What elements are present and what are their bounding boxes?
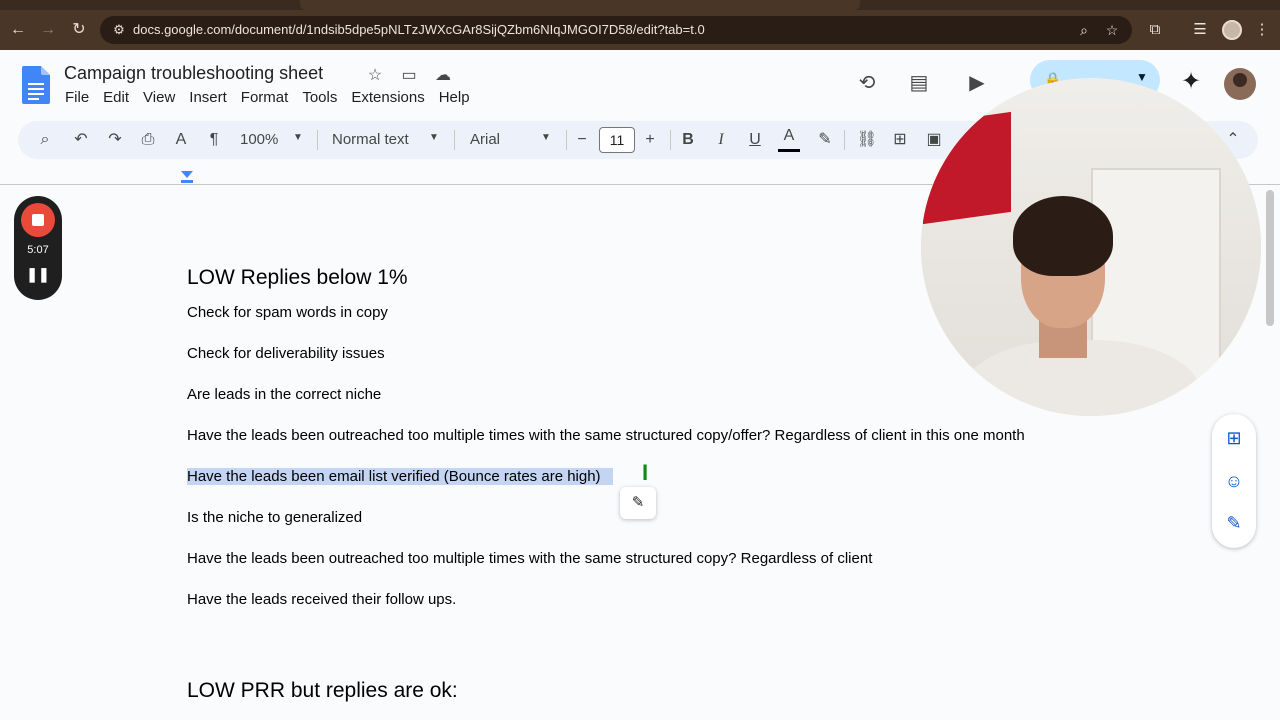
document-scrollbar[interactable]	[1266, 190, 1274, 326]
section-heading-low-replies[interactable]: LOW Replies below 1%	[187, 266, 408, 290]
decrease-font-size-icon[interactable]: −	[570, 128, 594, 152]
floating-action-panel: ⊞ ☺ ✎	[1212, 414, 1256, 548]
address-bar[interactable]: ⚙ docs.google.com/document/d/1ndsib5dpe5…	[100, 16, 1132, 44]
list-item[interactable]: Are leads in the correct niche	[187, 386, 381, 403]
stop-recording-button[interactable]	[21, 203, 55, 237]
list-item[interactable]: Have the leads been outreached too multi…	[187, 427, 1025, 444]
webcam-person-hair	[1013, 196, 1113, 276]
reading-list-icon[interactable]: ☰	[1188, 18, 1212, 42]
back-arrow-icon[interactable]: ←	[6, 18, 30, 42]
first-line-indent-marker[interactable]	[181, 180, 193, 183]
font-family-select[interactable]: Arial	[470, 131, 500, 148]
browser-toolbar: ← → ↻ ⚙ docs.google.com/document/d/1ndsi…	[0, 10, 1280, 50]
url-text[interactable]: docs.google.com/document/d/1ndsib5dpe5pN…	[133, 22, 705, 37]
version-history-icon[interactable]: ⟲	[852, 68, 882, 98]
search-menus-icon[interactable]: ⌕	[33, 128, 57, 152]
add-comment-icon[interactable]: ⊞	[1222, 426, 1246, 450]
extensions-icon[interactable]: ⧉	[1143, 18, 1167, 42]
menu-extensions[interactable]: Extensions	[344, 88, 431, 108]
menu-format[interactable]: Format	[234, 88, 296, 108]
font-size-input[interactable]: 11	[599, 127, 635, 153]
reload-icon[interactable]: ↻	[67, 18, 91, 42]
zoom-dropdown-icon[interactable]: ▼	[293, 132, 303, 143]
document-title[interactable]: Campaign troubleshooting sheet	[64, 63, 323, 84]
redo-icon[interactable]: ↷	[103, 128, 127, 152]
toolbar-divider	[566, 130, 567, 150]
i-beam-cursor-icon: I	[642, 460, 649, 485]
list-item[interactable]: Have the leads received their follow ups…	[187, 591, 456, 608]
site-info-icon[interactable]: ⚙	[110, 21, 128, 39]
toolbar-divider	[844, 130, 845, 150]
screen-recording-widget: 5:07 ❚❚	[14, 196, 62, 300]
cloud-saved-icon[interactable]: ☁	[432, 65, 454, 87]
print-icon[interactable]: ⎙	[136, 128, 160, 152]
browser-active-tab[interactable]	[300, 0, 860, 10]
list-item[interactable]: Check for spam words in copy	[187, 304, 388, 321]
selection-tail	[600, 468, 614, 485]
toolbar-divider	[454, 130, 455, 150]
menu-edit[interactable]: Edit	[96, 88, 136, 108]
help-me-write-icon[interactable]: ✎	[620, 487, 656, 519]
menu-file[interactable]: File	[58, 88, 96, 108]
list-item-selected[interactable]: Have the leads been email list verified …	[187, 468, 614, 485]
underline-icon[interactable]: U	[743, 128, 767, 152]
webcam-wall-poster	[923, 111, 1011, 225]
add-comment-icon[interactable]: ⊞	[888, 128, 912, 152]
browser-menu-icon[interactable]: ⋮	[1250, 18, 1274, 42]
menu-tools[interactable]: Tools	[295, 88, 344, 108]
toolbar-divider	[670, 130, 671, 150]
font-dropdown-icon[interactable]: ▼	[541, 132, 551, 143]
star-icon[interactable]: ☆	[364, 65, 386, 87]
forward-arrow-icon[interactable]: →	[36, 18, 60, 42]
zoom-icon[interactable]: ⌕	[1074, 20, 1094, 40]
insert-link-icon[interactable]: ⛓	[855, 128, 879, 152]
list-item[interactable]: Is the niche to generalized	[187, 509, 362, 526]
style-dropdown-icon[interactable]: ▼	[429, 132, 439, 143]
move-folder-icon[interactable]: ▭	[398, 65, 420, 87]
suggest-edits-icon[interactable]: ✎	[1222, 511, 1246, 535]
menu-insert[interactable]: Insert	[182, 88, 234, 108]
paragraph-style-select[interactable]: Normal text	[332, 131, 409, 148]
spellcheck-icon[interactable]: A	[169, 128, 193, 152]
menu-view[interactable]: View	[136, 88, 182, 108]
increase-font-size-icon[interactable]: +	[638, 128, 662, 152]
selected-text[interactable]: Have the leads been email list verified …	[187, 468, 601, 485]
toolbar-divider	[317, 130, 318, 150]
bold-icon[interactable]: B	[676, 128, 700, 152]
browser-profile-avatar[interactable]	[1222, 20, 1242, 40]
list-item[interactable]: Check for deliverability issues	[187, 345, 385, 362]
bookmark-star-icon[interactable]: ☆	[1102, 20, 1122, 40]
browser-tab-strip	[0, 0, 1280, 10]
pause-icon[interactable]: ❚❚	[14, 266, 62, 283]
recording-timer: 5:07	[27, 244, 49, 256]
list-item[interactable]: Have the leads been outreached too multi…	[187, 550, 872, 567]
section-heading-low-prr[interactable]: LOW PRR but replies are ok:	[187, 679, 458, 703]
undo-icon[interactable]: ↶	[69, 128, 93, 152]
highlight-pen-icon[interactable]: ✎	[813, 128, 837, 152]
emoji-reaction-icon[interactable]: ☺	[1222, 469, 1246, 493]
zoom-select[interactable]: 100%	[240, 131, 278, 148]
text-color-icon[interactable]: A	[777, 127, 801, 153]
google-docs-logo-icon[interactable]	[22, 66, 50, 104]
left-indent-marker[interactable]	[181, 171, 193, 178]
menu-bar: File Edit View Insert Format Tools Exten…	[58, 88, 477, 108]
menu-help[interactable]: Help	[432, 88, 477, 108]
paint-format-icon[interactable]: ¶	[202, 128, 226, 152]
webcam-overlay	[921, 78, 1261, 416]
italic-icon[interactable]: I	[709, 128, 733, 152]
